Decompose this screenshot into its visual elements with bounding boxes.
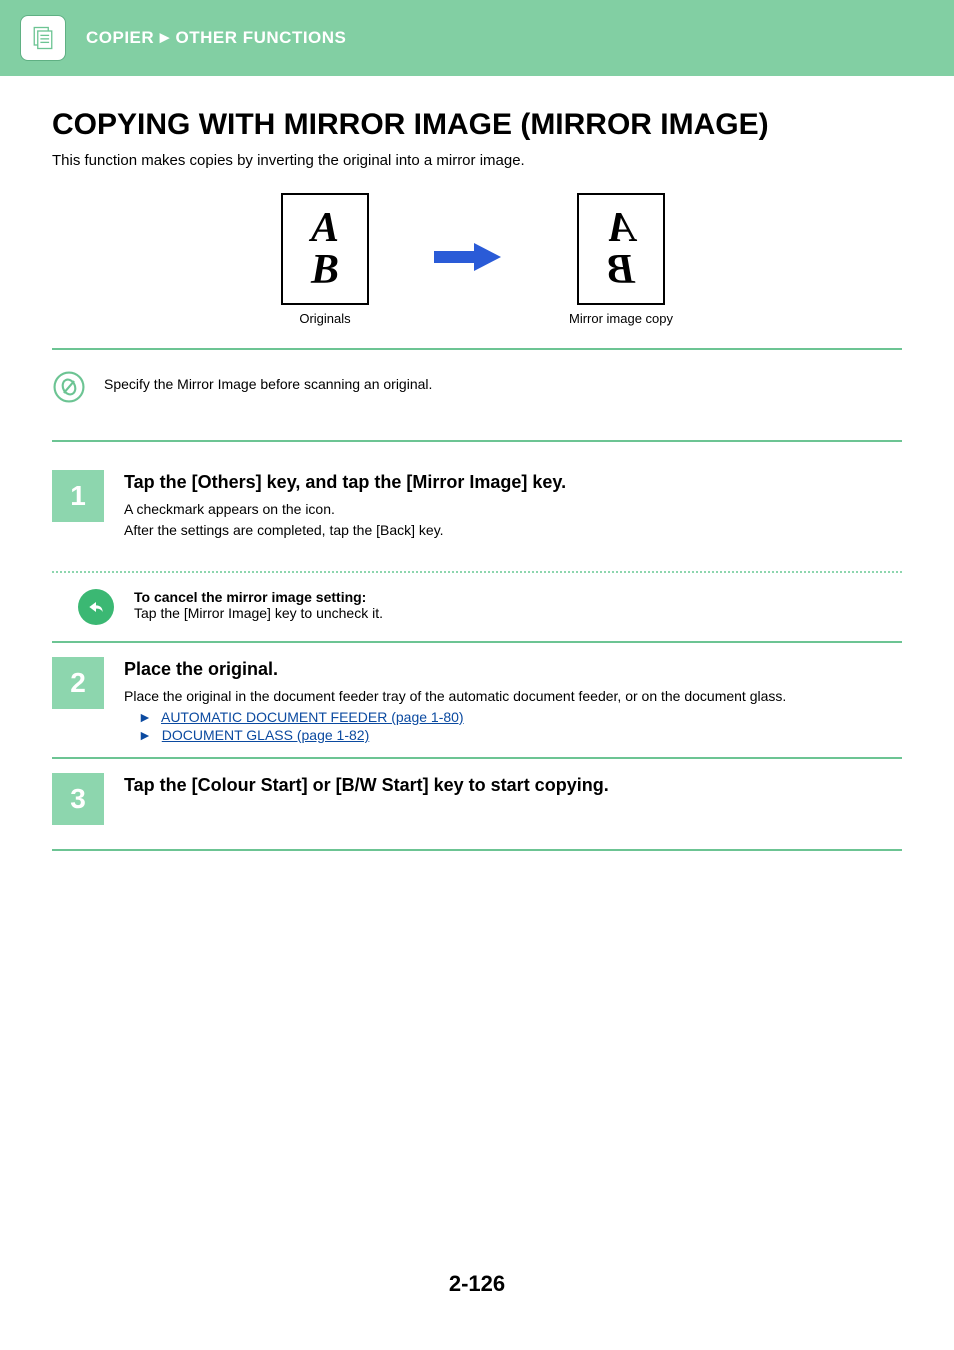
caption-mirror: Mirror image copy xyxy=(569,311,673,326)
link-adf[interactable]: AUTOMATIC DOCUMENT FEEDER (page 1-80) xyxy=(161,709,464,725)
link-row-1: ► AUTOMATIC DOCUMENT FEEDER (page 1-80) xyxy=(124,709,902,725)
breadcrumb: COPIER►OTHER FUNCTIONS xyxy=(86,28,346,48)
step-number-badge: 2 xyxy=(52,657,104,709)
info-note: Specify the Mirror Image before scanning… xyxy=(52,364,902,418)
link-document-glass[interactable]: DOCUMENT GLASS (page 1-82) xyxy=(162,727,369,743)
letter-b: B xyxy=(311,249,339,291)
step-number-badge: 3 xyxy=(52,773,104,825)
page-content: COPYING WITH MIRROR IMAGE (MIRROR IMAGE)… xyxy=(0,76,954,851)
letter-a: A xyxy=(311,207,339,249)
step-1-body: Tap the [Others] key, and tap the [Mirro… xyxy=(124,470,902,541)
page-title: COPYING WITH MIRROR IMAGE (MIRROR IMAGE) xyxy=(52,108,902,142)
arrow-right-icon xyxy=(429,237,509,282)
step-2-text: Place the original in the document feede… xyxy=(124,686,902,707)
cancel-title: To cancel the mirror image setting: xyxy=(134,589,383,605)
caption-original: Originals xyxy=(281,311,369,326)
page-number: 2-126 xyxy=(0,1271,954,1327)
step-3: 3 Tap the [Colour Start] or [B/W Start] … xyxy=(52,757,902,839)
cancel-note: To cancel the mirror image setting: Tap … xyxy=(52,589,902,641)
back-icon xyxy=(78,589,114,625)
letter-a-mirrored: A xyxy=(607,207,635,249)
triangle-bullet-icon: ► xyxy=(138,709,152,725)
breadcrumb-other-functions[interactable]: OTHER FUNCTIONS xyxy=(176,28,347,47)
step-1: 1 Tap the [Others] key, and tap the [Mir… xyxy=(52,456,902,555)
divider xyxy=(52,440,902,442)
mirror-diagram: A B Originals A B Mirror image copy xyxy=(52,193,902,326)
end-divider xyxy=(52,849,902,851)
intro-text: This function makes copies by inverting … xyxy=(52,152,902,169)
original-page-icon: A B xyxy=(281,193,369,305)
triangle-bullet-icon: ► xyxy=(138,727,152,743)
diagram-original: A B Originals xyxy=(281,193,369,326)
cancel-note-body: To cancel the mirror image setting: Tap … xyxy=(134,589,383,621)
dotted-divider xyxy=(52,571,902,573)
divider xyxy=(52,348,902,350)
step-3-title: Tap the [Colour Start] or [B/W Start] ke… xyxy=(124,775,902,796)
step-3-body: Tap the [Colour Start] or [B/W Start] ke… xyxy=(124,773,902,802)
cancel-body: Tap the [Mirror Image] key to uncheck it… xyxy=(134,605,383,621)
breadcrumb-arrow-icon: ► xyxy=(156,28,173,47)
step-2-body: Place the original. Place the original i… xyxy=(124,657,902,743)
step-number-badge: 1 xyxy=(52,470,104,522)
copier-icon xyxy=(20,15,66,61)
letter-b-mirrored: B xyxy=(607,249,635,291)
link-row-2: ► DOCUMENT GLASS (page 1-82) xyxy=(124,727,902,743)
step-2-title: Place the original. xyxy=(124,659,902,680)
page-header: COPIER►OTHER FUNCTIONS xyxy=(0,0,954,76)
mirror-page-icon: A B xyxy=(577,193,665,305)
note-icon xyxy=(52,370,86,404)
step-1-line1: A checkmark appears on the icon. xyxy=(124,499,902,520)
step-1-title: Tap the [Others] key, and tap the [Mirro… xyxy=(124,472,902,493)
step-1-line2: After the settings are completed, tap th… xyxy=(124,520,902,541)
diagram-mirror: A B Mirror image copy xyxy=(569,193,673,326)
step-2: 2 Place the original. Place the original… xyxy=(52,641,902,757)
breadcrumb-copier[interactable]: COPIER xyxy=(86,28,154,47)
note-text: Specify the Mirror Image before scanning… xyxy=(104,370,432,392)
